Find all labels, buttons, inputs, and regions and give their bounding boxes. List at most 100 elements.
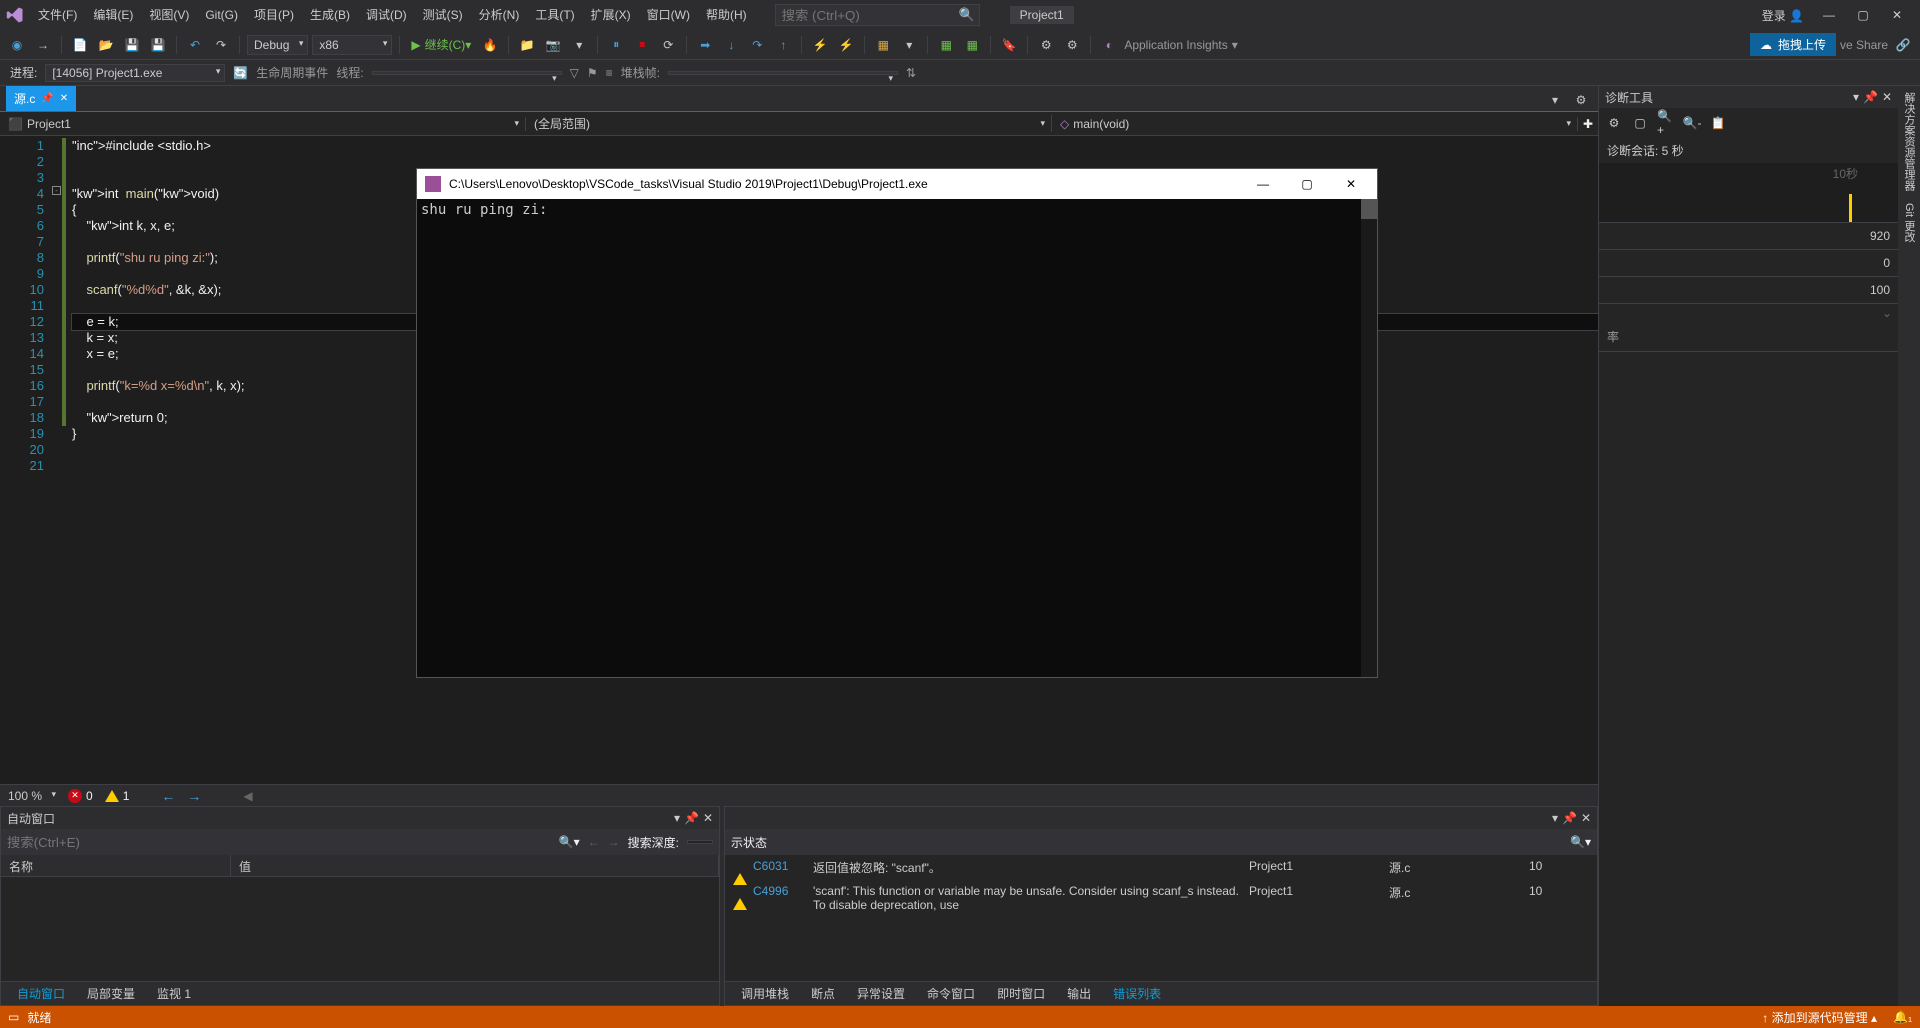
menu-视图(V)[interactable]: 视图(V) — [141, 0, 197, 30]
menu-工具(T)[interactable]: 工具(T) — [527, 0, 582, 30]
errtab-5[interactable]: 输出 — [1057, 982, 1101, 1005]
tb-icon-9[interactable]: ⚙ — [1035, 34, 1057, 56]
errlist-search-icon[interactable]: 🔍▾ — [1570, 835, 1591, 849]
close-tab-icon[interactable]: ✕ — [60, 93, 68, 104]
insights-icon[interactable]: ◐ — [1098, 34, 1120, 56]
errtab-3[interactable]: 命令窗口 — [917, 982, 985, 1005]
close-button[interactable]: ✕ — [1880, 1, 1914, 29]
filter-icon[interactable]: ▽ — [570, 66, 579, 80]
pane-dropdown-icon[interactable]: ▾ — [1552, 811, 1558, 825]
pane-dropdown-icon[interactable]: ▾ — [674, 811, 680, 825]
diag-zoomout-icon[interactable]: 🔍- — [1683, 114, 1701, 132]
menu-帮助(H)[interactable]: 帮助(H) — [698, 0, 755, 30]
tb-icon-6[interactable]: ▾ — [898, 34, 920, 56]
errtab-2[interactable]: 异常设置 — [847, 982, 915, 1005]
menu-测试(S)[interactable]: 测试(S) — [415, 0, 471, 30]
share-icon[interactable]: 🔗 — [1892, 34, 1914, 56]
stackframe-dropdown[interactable] — [668, 71, 898, 75]
screenshot-icon[interactable]: 📷 — [542, 34, 564, 56]
process-dropdown[interactable]: [14056] Project1.exe — [45, 64, 225, 82]
step-over-icon[interactable]: ↷ — [746, 34, 768, 56]
liveshare-label[interactable]: ve Share — [1840, 38, 1888, 52]
status-addrepo[interactable]: ↑ 添加到源代码管理 ▴ — [1762, 1009, 1877, 1026]
scope-global[interactable]: (全局范围) — [526, 115, 1052, 132]
zoom-dropdown[interactable]: 100 % — [8, 789, 56, 803]
diag-zoomin-icon[interactable]: 🔍+ — [1657, 114, 1675, 132]
diag-metric-2[interactable]: 0 — [1599, 250, 1898, 277]
pane-close-icon[interactable]: ✕ — [1882, 90, 1892, 104]
open-icon[interactable]: 📂 — [95, 34, 117, 56]
diag-settings-icon[interactable]: ⚙ — [1605, 114, 1623, 132]
tabs-settings-icon[interactable]: ⚙ — [1570, 89, 1592, 111]
login-button[interactable]: 登录 👤 — [1754, 7, 1812, 24]
flag-icon[interactable]: ⚑ — [587, 66, 598, 80]
pane-pin-icon[interactable]: 📌 — [684, 811, 699, 825]
nav-scroll-left[interactable]: ◀ — [243, 789, 252, 803]
stack-icon[interactable]: ≡ — [606, 66, 613, 80]
tb-icon-3[interactable]: ⚡ — [809, 34, 831, 56]
error-row[interactable]: C6031返回值被忽略: "scanf"。Project1源.c10 — [725, 855, 1597, 880]
redo-icon[interactable]: ↷ — [210, 34, 232, 56]
maximize-button[interactable]: ▢ — [1846, 1, 1880, 29]
step-out-icon[interactable]: ↑ — [772, 34, 794, 56]
life-events-icon[interactable]: 🔄 — [233, 66, 248, 80]
platform-dropdown[interactable]: x86 — [312, 35, 392, 55]
tab-locals[interactable]: 局部变量 — [77, 982, 145, 1005]
scope-project[interactable]: ⬛Project1 — [0, 117, 526, 131]
nav-next-icon[interactable]: → — [187, 788, 201, 804]
tab-autos[interactable]: 自动窗口 — [7, 982, 75, 1005]
console-output[interactable]: shu ru ping zi: — [417, 199, 1377, 677]
console-maximize[interactable]: ▢ — [1289, 172, 1325, 196]
upload-tag[interactable]: ☁拖拽上传 — [1750, 33, 1836, 56]
config-dropdown[interactable]: Debug — [247, 35, 308, 55]
tb-icon-2[interactable]: ▾ — [568, 34, 590, 56]
diag-reset-icon[interactable]: 📋 — [1709, 114, 1727, 132]
tb-icon-4[interactable]: ⚡ — [835, 34, 857, 56]
scope-add-icon[interactable]: ✚ — [1578, 117, 1598, 131]
error-row[interactable]: C4996'scanf': This function or variable … — [725, 880, 1597, 916]
console-minimize[interactable]: — — [1245, 172, 1281, 196]
tb-icon-10[interactable]: ⚙ — [1061, 34, 1083, 56]
errtab-4[interactable]: 即时窗口 — [987, 982, 1055, 1005]
depth-fwd-icon[interactable]: → — [608, 835, 620, 849]
new-icon[interactable]: 📄 — [69, 34, 91, 56]
pause-icon[interactable]: ⏸ — [605, 34, 627, 56]
status-bell-icon[interactable]: 🔔₁ — [1893, 1010, 1912, 1024]
warning-count[interactable]: 1 — [105, 789, 130, 803]
tb-icon-1[interactable]: 📁 — [516, 34, 538, 56]
diag-metric-3[interactable]: 100 — [1599, 277, 1898, 304]
errtab-6[interactable]: 错误列表 — [1103, 982, 1171, 1005]
undo-icon[interactable]: ↶ — [184, 34, 206, 56]
menu-Git(G)[interactable]: Git(G) — [197, 0, 246, 30]
quick-search[interactable]: 🔍 — [775, 4, 980, 26]
pane-dropdown-icon[interactable]: ▾ — [1853, 90, 1859, 104]
depth-dropdown[interactable] — [687, 840, 713, 844]
menu-项目(P)[interactable]: 项目(P) — [246, 0, 302, 30]
hot-reload-icon[interactable]: 🔥 — [479, 34, 501, 56]
quick-search-input[interactable] — [782, 8, 959, 23]
restart-icon[interactable]: ⟳ — [657, 34, 679, 56]
collapse-icon[interactable]: - — [52, 186, 61, 195]
errtab-1[interactable]: 断点 — [801, 982, 845, 1005]
file-tab-active[interactable]: 源.c 📌 ✕ — [6, 86, 76, 111]
scope-function[interactable]: ◇main(void) — [1052, 117, 1578, 131]
diag-timeline[interactable]: 10秒 — [1599, 163, 1898, 223]
code-line-1[interactable]: "inc">#include <stdio.h> — [72, 138, 1598, 154]
menu-调试(D)[interactable]: 调试(D) — [358, 0, 415, 30]
tabs-dropdown-icon[interactable]: ▾ — [1544, 89, 1566, 111]
menu-分析(N)[interactable]: 分析(N) — [471, 0, 528, 30]
diag-select-icon[interactable]: ▢ — [1631, 114, 1649, 132]
tb-icon-8[interactable]: ▦ — [961, 34, 983, 56]
step-next-icon[interactable]: ➡ — [694, 34, 716, 56]
nav-back-icon[interactable]: ◉ — [6, 34, 28, 56]
error-count[interactable]: ✕0 — [68, 789, 93, 803]
insights-label[interactable]: Application Insights — [1124, 38, 1227, 52]
tab-watch[interactable]: 监视 1 — [147, 982, 201, 1005]
nav-fwd-icon[interactable]: → — [32, 34, 54, 56]
tb2-icon[interactable]: ⇅ — [906, 66, 916, 80]
errlist-status-col[interactable]: 示状态 — [731, 834, 767, 851]
pane-close-icon[interactable]: ✕ — [1581, 811, 1591, 825]
tb-icon-7[interactable]: ▦ — [935, 34, 957, 56]
saveall-icon[interactable]: 💾 — [147, 34, 169, 56]
menu-编辑(E)[interactable]: 编辑(E) — [85, 0, 141, 30]
